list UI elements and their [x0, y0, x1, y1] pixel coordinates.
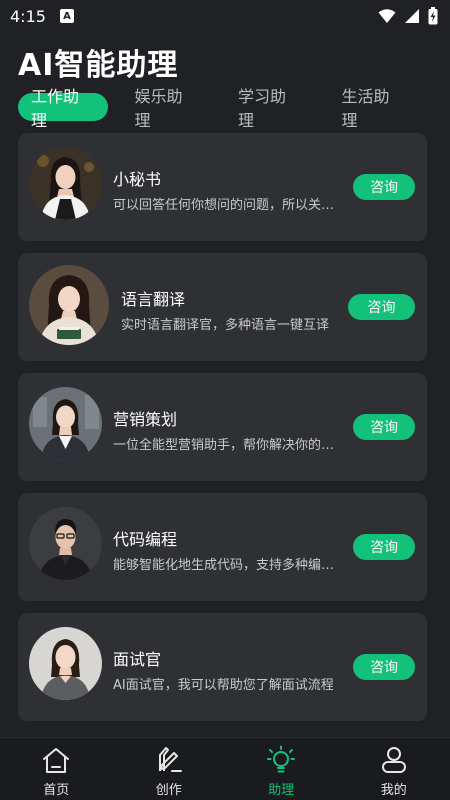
- avatar: [29, 507, 102, 580]
- status-bar: 4:15 A: [0, 0, 450, 32]
- consult-button[interactable]: 咨询: [353, 174, 415, 200]
- nav-label: 我的: [380, 783, 407, 798]
- avatar: [29, 147, 102, 220]
- assistant-description: 一位全能型营销助手，帮你解决你的营销问题: [113, 438, 345, 453]
- assistant-card[interactable]: 小秘书 可以回答任何你想问的问题，所以关于工作上的问题 咨询: [18, 133, 427, 241]
- avatar: [29, 627, 102, 700]
- create-pen-icon: [158, 747, 182, 772]
- profile-icon: [381, 747, 406, 773]
- battery-icon: [428, 7, 438, 25]
- assistant-name: 营销策划: [113, 410, 178, 429]
- nav-create[interactable]: 创作: [113, 738, 226, 800]
- assistant-description: 可以回答任何你想问的问题，所以关于工作上的问题: [113, 198, 345, 213]
- assistant-name: 语言翻译: [121, 290, 186, 309]
- assistant-name: 小秘书: [113, 170, 162, 189]
- status-time: 4:15: [10, 6, 46, 26]
- nav-home[interactable]: 首页: [0, 738, 113, 800]
- avatar: [29, 387, 102, 460]
- tab-work-assistant[interactable]: 工作助理: [18, 87, 108, 130]
- assistant-card[interactable]: 语言翻译 实时语言翻译官，多种语言一键互译 咨询: [18, 253, 427, 361]
- tab-life-assistant[interactable]: 生活助理: [329, 87, 419, 130]
- nav-label: 首页: [43, 783, 70, 798]
- home-icon: [43, 748, 70, 773]
- nav-profile[interactable]: 我的: [338, 738, 450, 800]
- assistant-name: 代码编程: [113, 530, 178, 549]
- avatar: [29, 265, 109, 345]
- accessibility-app-icon: A: [59, 9, 74, 23]
- category-tabs: 工作助理 娱乐助理 学习助理 生活助理: [18, 87, 432, 130]
- bottom-navigation: 首页 创作 助理 我的: [0, 737, 450, 800]
- consult-button[interactable]: 咨询: [353, 534, 415, 560]
- nav-label: 助理: [268, 783, 295, 798]
- assistant-name: 面试官: [113, 650, 162, 669]
- consult-button[interactable]: 咨询: [353, 654, 415, 680]
- assistant-description: AI面试官，我可以帮助您了解面试流程: [113, 678, 334, 693]
- status-icons: [378, 7, 438, 25]
- assistant-card[interactable]: 代码编程 能够智能化地生成代码，支持多种编程语言 咨询: [18, 493, 427, 601]
- assistant-description: 能够智能化地生成代码，支持多种编程语言: [113, 558, 345, 573]
- consult-button[interactable]: 咨询: [348, 294, 415, 320]
- wifi-icon: [378, 9, 396, 23]
- signal-icon: [405, 9, 419, 23]
- page-title: AI智能助理: [18, 48, 179, 83]
- assistant-card[interactable]: 面试官 AI面试官，我可以帮助您了解面试流程 咨询: [18, 613, 427, 721]
- nav-assistant[interactable]: 助理: [225, 738, 338, 800]
- assistant-card[interactable]: 营销策划 一位全能型营销助手，帮你解决你的营销问题 咨询: [18, 373, 427, 481]
- consult-button[interactable]: 咨询: [353, 414, 415, 440]
- assistant-list: 小秘书 可以回答任何你想问的问题，所以关于工作上的问题 咨询 语言翻译 实时语言…: [18, 133, 427, 733]
- tab-entertainment-assistant[interactable]: 娱乐助理: [122, 87, 212, 130]
- assistant-description: 实时语言翻译官，多种语言一键互译: [121, 318, 330, 333]
- nav-label: 创作: [155, 783, 182, 798]
- tab-study-assistant[interactable]: 学习助理: [225, 87, 315, 130]
- lightbulb-icon: [267, 745, 296, 773]
